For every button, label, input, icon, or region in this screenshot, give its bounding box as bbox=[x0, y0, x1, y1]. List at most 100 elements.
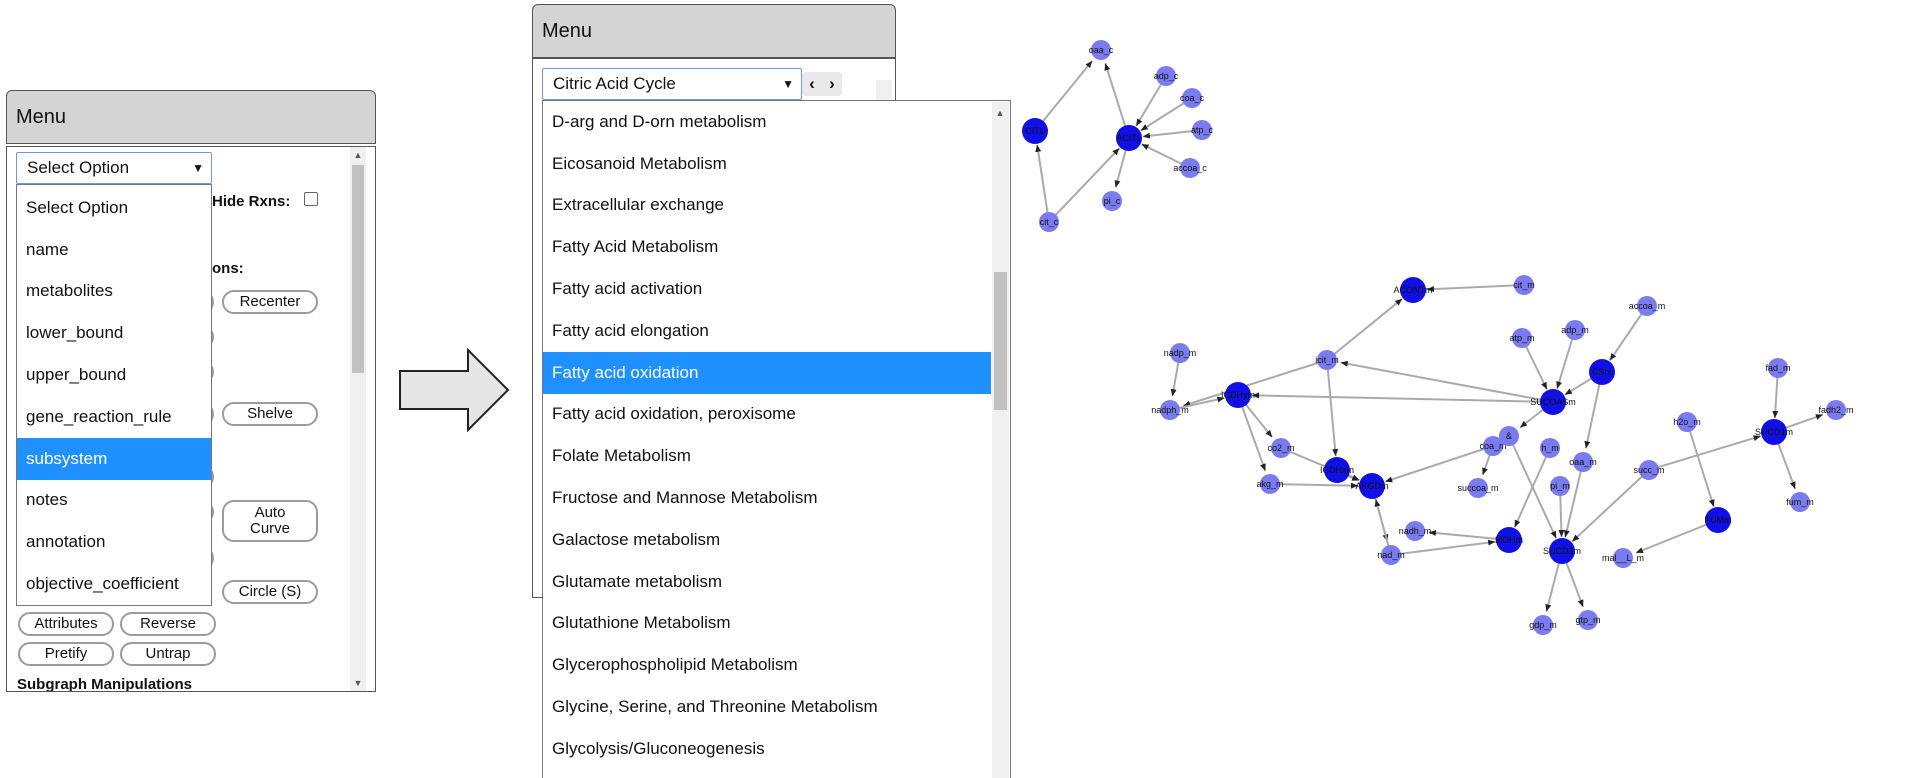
metabolite-node[interactable]: gdp_m bbox=[1529, 615, 1557, 635]
metabolite-node[interactable]: gtp_m bbox=[1575, 610, 1601, 630]
next-chevron-icon[interactable]: › bbox=[829, 74, 835, 94]
shelve-button[interactable]: Shelve bbox=[222, 402, 318, 426]
metabolite-node[interactable]: mal__L_m bbox=[1602, 548, 1644, 568]
metabolite-node[interactable]: cit_m bbox=[1513, 275, 1535, 295]
dropdown-option[interactable]: Fructose and Mannose Metabolism bbox=[543, 477, 991, 519]
reaction-node[interactable]: CSm bbox=[1589, 359, 1615, 385]
dropdown-option[interactable]: upper_bound bbox=[17, 354, 211, 396]
dropdown-option[interactable]: Glycolysis/Gluconeogenesis bbox=[543, 728, 991, 770]
metabolite-node[interactable]: nadh_m bbox=[1399, 521, 1432, 541]
dropdown-option[interactable]: Galactose metabolism bbox=[543, 519, 991, 561]
dropdown-option[interactable]: Glycine, Serine, and Threonine Metabolis… bbox=[543, 686, 991, 728]
reaction-node[interactable]: ACONTm bbox=[1394, 277, 1433, 303]
graph-edge[interactable] bbox=[1686, 421, 1715, 507]
metabolite-node[interactable]: succoa_m bbox=[1457, 478, 1499, 498]
metabolite-node[interactable]: oaa_m bbox=[1569, 452, 1597, 472]
metabolite-node[interactable]: h_m bbox=[1540, 438, 1560, 458]
metabolite-node[interactable]: & bbox=[1499, 426, 1519, 446]
metabolite-node[interactable]: atp_m bbox=[1509, 328, 1535, 348]
dropdown-option[interactable]: notes bbox=[17, 480, 211, 522]
graph-edge[interactable] bbox=[1326, 298, 1403, 361]
dropdown-option[interactable]: Fatty acid oxidation, peroxisome bbox=[543, 394, 991, 436]
metabolite-node[interactable]: pi_c bbox=[1102, 191, 1122, 211]
graph-edge[interactable] bbox=[1426, 284, 1525, 293]
graph-edge[interactable] bbox=[1048, 147, 1121, 223]
graph-edge[interactable] bbox=[1035, 144, 1050, 223]
dropdown-option[interactable]: Folate Metabolism bbox=[543, 435, 991, 477]
metabolite-node[interactable]: oaa_c bbox=[1089, 40, 1114, 60]
graph-edge[interactable] bbox=[1563, 461, 1584, 538]
reaction-node[interactable]: ICDHxm bbox=[1320, 457, 1354, 483]
reverse-button[interactable]: Reverse bbox=[120, 612, 216, 636]
dropdown-option[interactable]: metabolites bbox=[17, 271, 211, 313]
dropdown-option[interactable]: Glutamate metabolism bbox=[543, 561, 991, 603]
graph-edge[interactable] bbox=[1340, 360, 1554, 403]
metabolite-node[interactable]: adp_c bbox=[1154, 66, 1179, 86]
network-graph[interactable]: oaa_c adp_c coa_c atp_c accoa_c cit_c pi_c CITL… bbox=[980, 0, 1906, 778]
reaction-node[interactable]: SUCD1m bbox=[1543, 538, 1581, 564]
prev-next-control[interactable]: ‹ › bbox=[802, 72, 842, 96]
dropdown-option[interactable]: Fatty Acid Metabolism bbox=[543, 226, 991, 268]
auto-curve-button[interactable]: Auto Curve bbox=[222, 500, 318, 542]
dropdown-option[interactable]: Fatty acid activation bbox=[543, 268, 991, 310]
metabolite-node[interactable]: adp_m bbox=[1561, 320, 1589, 340]
graph-edge[interactable] bbox=[1648, 435, 1761, 471]
dropdown-option[interactable]: lower_bound bbox=[17, 312, 211, 354]
graph-edge[interactable] bbox=[1251, 392, 1554, 403]
dropdown-option[interactable]: gene_reaction_rule bbox=[17, 396, 211, 438]
dropdown-option[interactable]: Fatty acid elongation bbox=[543, 310, 991, 352]
right-menu-header[interactable]: Menu bbox=[532, 4, 896, 58]
metabolite-node[interactable]: cit_c bbox=[1039, 212, 1059, 232]
reaction-node[interactable]: CITL bbox=[1022, 118, 1048, 144]
reaction-node[interactable]: MDHm bbox=[1495, 527, 1523, 553]
metabolite-node[interactable]: h2o_m bbox=[1673, 412, 1701, 432]
dropdown-option[interactable]: Extracellular exchange bbox=[543, 185, 991, 227]
metabolite-node[interactable]: pi_m bbox=[1550, 476, 1570, 496]
dropdown-scroll-up-arrow[interactable]: ▲ bbox=[992, 108, 1008, 118]
dropdown-option[interactable]: Eicosanoid Metabolism bbox=[543, 143, 991, 185]
dropdown-option[interactable]: Select Option bbox=[17, 187, 211, 229]
left-attribute-select[interactable]: Select Option ▼ bbox=[16, 152, 212, 184]
reaction-node[interactable]: SUCD1m bbox=[1755, 419, 1793, 445]
dropdown-option[interactable]: name bbox=[17, 229, 211, 271]
graph-edge[interactable] bbox=[1326, 359, 1339, 457]
graph-edge[interactable] bbox=[1183, 359, 1328, 407]
dropdown-option[interactable]: annotation bbox=[17, 521, 211, 563]
metabolite-node[interactable]: accoa_c bbox=[1173, 158, 1207, 178]
attributes-button[interactable]: Attributes bbox=[18, 612, 114, 636]
dropdown-option[interactable]: D-arg and D-orn metabolism bbox=[543, 101, 991, 143]
metabolite-node[interactable]: atp_c bbox=[1191, 120, 1214, 140]
graph-edge[interactable] bbox=[1571, 469, 1650, 543]
metabolite-node[interactable]: coa_c bbox=[1180, 88, 1205, 108]
dropdown-option[interactable]: objective_coefficient bbox=[17, 563, 211, 605]
dropdown-scrollbar[interactable] bbox=[992, 102, 1009, 778]
metabolite-node[interactable]: nad_m bbox=[1377, 545, 1405, 565]
prettify-button[interactable]: Pretify bbox=[18, 642, 114, 666]
reaction-node[interactable]: ICDHym bbox=[1221, 382, 1255, 408]
recenter-button[interactable]: Recenter bbox=[222, 290, 318, 314]
graph-edge[interactable] bbox=[1384, 445, 1494, 483]
metabolite-node[interactable]: fum_m bbox=[1786, 492, 1814, 512]
hide-rxns-checkbox[interactable] bbox=[304, 192, 318, 206]
left-menu-header[interactable]: Menu bbox=[6, 90, 376, 144]
graph-edge[interactable] bbox=[1390, 539, 1496, 556]
graph-edge[interactable] bbox=[1034, 60, 1093, 132]
dropdown-option[interactable]: subsystem bbox=[17, 437, 211, 480]
prev-chevron-icon[interactable]: ‹ bbox=[809, 74, 815, 94]
metabolite-node[interactable]: nadph_m bbox=[1151, 400, 1189, 420]
metabolite-node[interactable]: co2_m bbox=[1267, 438, 1295, 458]
reaction-node[interactable]: ACITL bbox=[1116, 125, 1142, 151]
reaction-node[interactable]: FUMm bbox=[1705, 507, 1732, 533]
left-scroll-up-arrow[interactable]: ▲ bbox=[350, 150, 366, 160]
reaction-node[interactable]: AKGDm bbox=[1355, 473, 1389, 499]
dropdown-option[interactable]: Glycerophospholipid Metabolism bbox=[543, 644, 991, 686]
untrap-button[interactable]: Untrap bbox=[120, 642, 216, 666]
metabolite-node[interactable]: succ_m bbox=[1633, 460, 1665, 480]
left-scroll-down-arrow[interactable]: ▼ bbox=[350, 678, 366, 688]
metabolite-node[interactable]: fadh2_m bbox=[1818, 400, 1854, 420]
dropdown-scroll-thumb[interactable] bbox=[994, 272, 1007, 410]
metabolite-node[interactable]: fad_m bbox=[1765, 358, 1791, 378]
left-scroll-thumb[interactable] bbox=[352, 165, 364, 373]
circle-button[interactable]: Circle (S) bbox=[222, 580, 318, 604]
subsystem-select[interactable]: Citric Acid Cycle ▼ bbox=[542, 68, 802, 100]
